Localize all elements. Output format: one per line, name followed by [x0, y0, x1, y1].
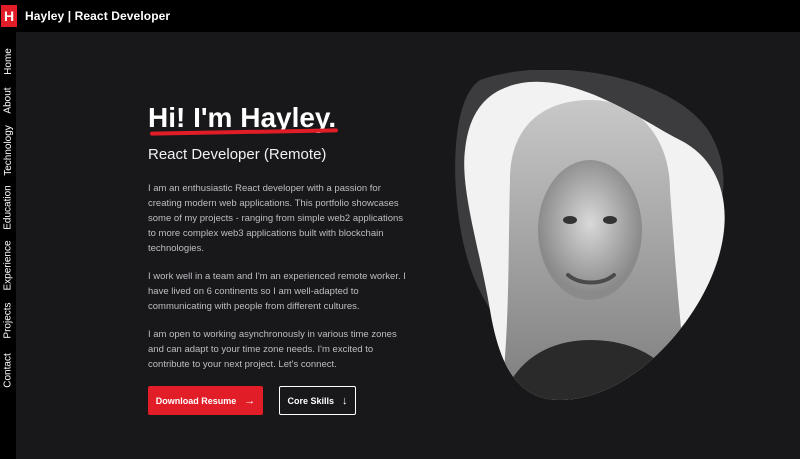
nav-item-experience[interactable]: Experience	[0, 237, 16, 293]
hero-headline: Hi! I'm Hayley.	[148, 100, 339, 136]
core-skills-button[interactable]: Core Skills ↓	[279, 386, 356, 415]
hero-section: Hi! I'm Hayley. React Developer (Remote)…	[148, 100, 418, 372]
nav-label-home: Home	[2, 47, 14, 75]
download-resume-button[interactable]: Download Resume →	[148, 386, 263, 415]
hero-subtitle: React Developer (Remote)	[148, 146, 327, 163]
intro-paragraph: I am an enthusiastic React developer wit…	[148, 183, 404, 254]
nav-label-projects: Projects	[2, 301, 14, 339]
download-resume-label: Download Resume	[155, 395, 237, 406]
nav-item-projects[interactable]: Projects	[0, 298, 16, 342]
nav-label-contact: Contact	[2, 352, 14, 388]
availability-paragraph: I am open to working asynchronously in v…	[148, 329, 397, 370]
nav-label-technology: Technology	[2, 124, 14, 176]
side-nav: Home About Technology Education Experien…	[0, 32, 16, 459]
nav-label-about: About	[2, 86, 14, 114]
nav-item-technology[interactable]: Technology	[0, 120, 16, 180]
nav-label-education: Education	[2, 184, 14, 230]
team-paragraph: I work well in a team and I'm an experie…	[148, 271, 406, 312]
logo[interactable]: H	[1, 5, 17, 27]
nav-item-contact[interactable]: Contact	[0, 348, 16, 392]
nav-item-about[interactable]: About	[0, 80, 16, 120]
nav-label-experience: Experience	[2, 239, 14, 291]
site-title[interactable]: Hayley | React Developer	[25, 9, 170, 23]
profile-photo	[455, 70, 725, 400]
top-bar: H Hayley | React Developer	[0, 0, 800, 32]
arrow-down-icon: ↓	[342, 394, 348, 407]
arrow-right-icon: →	[244, 394, 256, 407]
core-skills-label: Core Skills	[287, 395, 335, 406]
nav-item-education[interactable]: Education	[0, 182, 16, 232]
nav-item-home[interactable]: Home	[0, 38, 16, 84]
